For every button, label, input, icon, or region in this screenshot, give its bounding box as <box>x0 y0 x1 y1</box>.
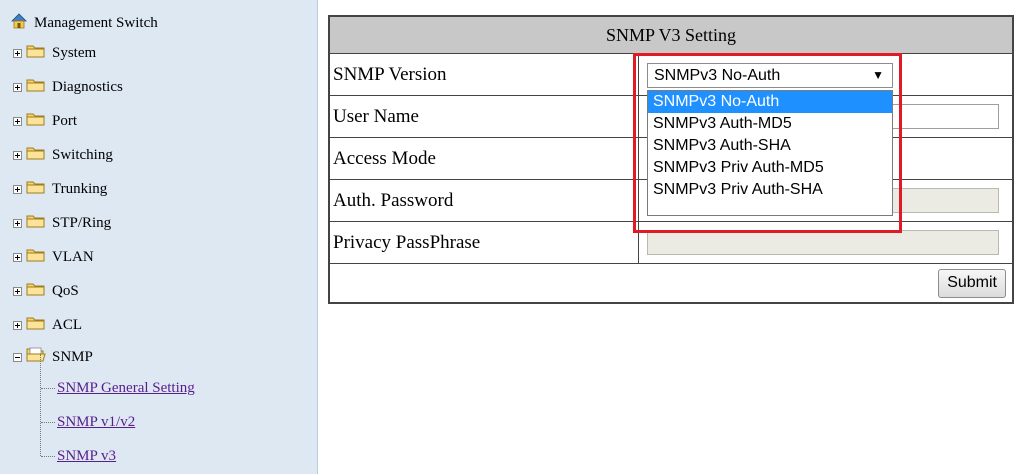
privacy-passphrase-cell <box>639 222 1012 263</box>
snmp-version-dropdown-list: SNMPv3 No-Auth SNMPv3 Auth-MD5 SNMPv3 Au… <box>647 90 893 216</box>
folder-icon <box>26 315 46 336</box>
snmp-version-label: SNMP Version <box>330 54 639 95</box>
folder-icon <box>26 247 46 268</box>
submit-button[interactable]: Submit <box>938 268 1006 298</box>
tree-item-label: VLAN <box>52 248 94 265</box>
tree-item-snmp[interactable]: SNMP <box>13 346 93 368</box>
expand-plus-icon[interactable] <box>13 252 22 262</box>
folder-icon <box>26 111 46 132</box>
navigation-tree: Management Switch System Diagnostics Por… <box>0 0 318 474</box>
expand-plus-icon[interactable] <box>13 286 22 296</box>
tree-connector-line <box>40 354 41 456</box>
folder-icon <box>26 145 46 166</box>
tree-root-label: Management Switch <box>34 14 158 31</box>
expand-plus-icon[interactable] <box>13 82 22 92</box>
expand-plus-icon[interactable] <box>13 184 22 194</box>
tree-item-label: ACL <box>52 316 82 333</box>
folder-icon <box>26 213 46 234</box>
tree-item-label: Trunking <box>52 180 108 197</box>
link-snmp-v3[interactable]: SNMP v3 <box>57 446 116 466</box>
tree-item-label: SNMP <box>52 348 93 365</box>
link-snmp-v1-v2[interactable]: SNMP v1/v2 <box>57 412 135 432</box>
tree-item-label: System <box>52 44 97 61</box>
expand-plus-icon[interactable] <box>13 218 22 228</box>
table-title: SNMP V3 Setting <box>330 17 1012 54</box>
tree-connector-line <box>41 388 55 389</box>
tree-item-vlan[interactable]: VLAN <box>13 246 94 268</box>
expand-plus-icon[interactable] <box>13 320 22 330</box>
tree-connector-line <box>41 422 55 423</box>
link-snmp-general-setting[interactable]: SNMP General Setting <box>57 378 195 398</box>
user-name-label: User Name <box>330 96 639 137</box>
option-snmpv3-priv-auth-sha[interactable]: SNMPv3 Priv Auth-SHA <box>648 179 892 201</box>
access-mode-label: Access Mode <box>330 138 639 179</box>
tree-item-label: Port <box>52 112 78 129</box>
option-snmpv3-priv-auth-md5[interactable]: SNMPv3 Priv Auth-MD5 <box>648 157 892 179</box>
tree-item-label: Diagnostics <box>52 78 123 95</box>
tree-item-label: Switching <box>52 146 113 163</box>
privacy-passphrase-input[interactable] <box>647 230 999 255</box>
folder-icon <box>26 77 46 98</box>
option-snmpv3-auth-md5[interactable]: SNMPv3 Auth-MD5 <box>648 113 892 135</box>
option-snmpv3-auth-sha[interactable]: SNMPv3 Auth-SHA <box>648 135 892 157</box>
chevron-down-icon: ▼ <box>872 68 884 82</box>
tree-item-system[interactable]: System <box>13 42 96 64</box>
folder-icon <box>26 43 46 64</box>
tree-item-label: QoS <box>52 282 79 299</box>
expand-plus-icon[interactable] <box>13 116 22 126</box>
tree-root-management-switch[interactable]: Management Switch <box>10 12 158 34</box>
row-privacy-passphrase: Privacy PassPhrase <box>330 222 1012 264</box>
tree-connector-line <box>41 456 55 457</box>
snmp-version-select-value: SNMPv3 No-Auth <box>654 66 781 84</box>
privacy-passphrase-label: Privacy PassPhrase <box>330 222 639 263</box>
row-submit: Submit <box>330 264 1012 302</box>
tree-item-port[interactable]: Port <box>13 110 77 132</box>
folder-icon <box>26 281 46 302</box>
folder-icon <box>26 179 46 200</box>
tree-item-diagnostics[interactable]: Diagnostics <box>13 76 123 98</box>
option-snmpv3-no-auth[interactable]: SNMPv3 No-Auth <box>648 91 892 113</box>
expand-plus-icon[interactable] <box>13 150 22 160</box>
snmp-version-select[interactable]: SNMPv3 No-Auth ▼ <box>647 63 893 88</box>
tree-item-acl[interactable]: ACL <box>13 314 82 336</box>
tree-item-qos[interactable]: QoS <box>13 280 79 302</box>
tree-item-stp-ring[interactable]: STP/Ring <box>13 212 111 234</box>
auth-password-label: Auth. Password <box>330 180 639 221</box>
tree-item-label: STP/Ring <box>52 214 112 231</box>
tree-item-trunking[interactable]: Trunking <box>13 178 107 200</box>
collapse-minus-icon[interactable] <box>13 352 22 362</box>
tree-item-switching[interactable]: Switching <box>13 144 113 166</box>
expand-plus-icon[interactable] <box>13 48 22 58</box>
switch-home-icon <box>10 12 28 35</box>
open-folder-icon <box>26 346 46 369</box>
